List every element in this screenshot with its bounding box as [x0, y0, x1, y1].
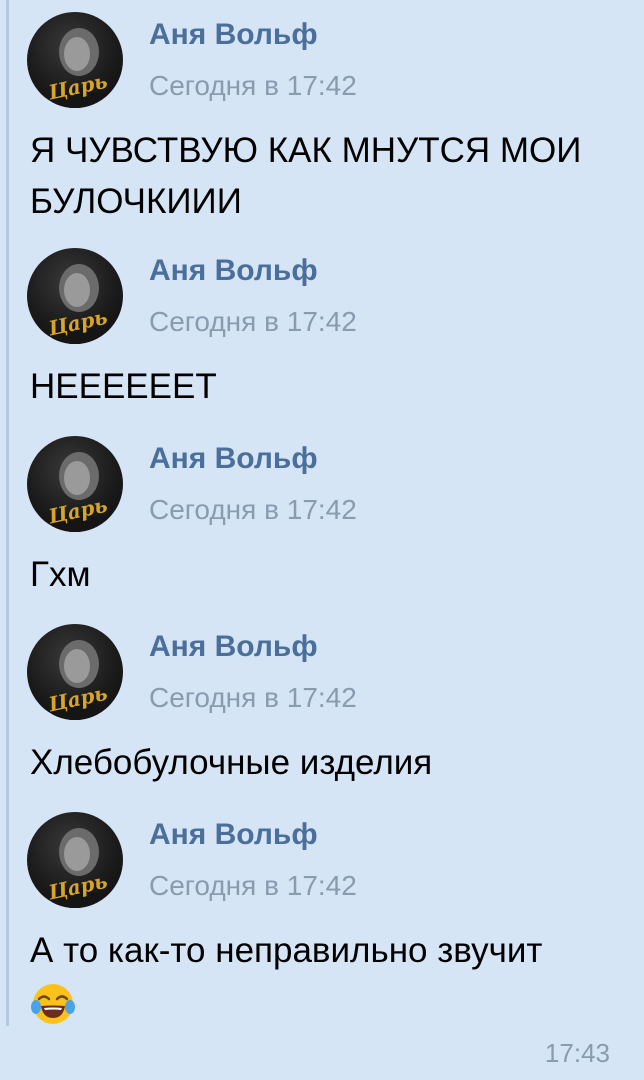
message-timestamp: Сегодня в 17:42	[149, 70, 357, 101]
message-timestamp: Сегодня в 17:42	[149, 682, 357, 713]
avatar[interactable]: Царь	[27, 812, 123, 908]
tears-of-joy-icon	[30, 981, 76, 1027]
avatar[interactable]: Царь	[27, 436, 123, 532]
message-timestamp: Сегодня в 17:42	[149, 494, 357, 525]
message-text-content: А то как-то неправильно звучит	[30, 931, 543, 970]
author-name[interactable]: Аня Вольф	[149, 18, 318, 52]
message-text: А то как-то неправильно звучит	[30, 925, 630, 1027]
avatar[interactable]: Царь	[27, 248, 123, 344]
message-text: НЕЕЕЕЕЕТ	[30, 367, 217, 406]
send-timestamp: 17:43	[544, 1038, 610, 1068]
author-name[interactable]: Аня Вольф	[149, 630, 318, 664]
author-name[interactable]: Аня Вольф	[149, 442, 318, 476]
author-name[interactable]: Аня Вольф	[149, 818, 318, 852]
forward-quote-bar	[6, 0, 9, 1026]
avatar[interactable]: Царь	[27, 12, 123, 108]
message-text: Хлебобулочные изделия	[30, 743, 433, 782]
avatar[interactable]: Царь	[27, 624, 123, 720]
message-text: Гхм	[30, 555, 91, 594]
message-timestamp: Сегодня в 17:42	[149, 306, 357, 337]
forwarded-messages: Царь Аня Вольф Сегодня в 17:42 Я ЧУВСТВУ…	[0, 0, 644, 1080]
message-text: Я ЧУВСТВУЮ КАК МНУТСЯ МОИ БУЛОЧКИИИ	[30, 131, 582, 221]
author-name[interactable]: Аня Вольф	[149, 254, 318, 288]
message-timestamp: Сегодня в 17:42	[149, 870, 357, 901]
